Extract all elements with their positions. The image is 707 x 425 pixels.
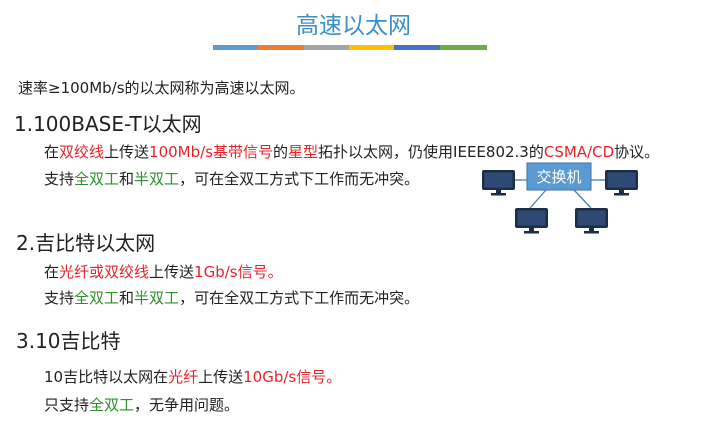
highlight-text: 双绞线 — [59, 143, 105, 161]
section-2-line-1: 在光纤或双绞线上传送1Gb/s信号。 — [44, 261, 283, 282]
text: ，可在全双工方式下工作而无冲突。 — [179, 170, 420, 188]
section-1-heading: 1.100BASE-T以太网 — [14, 112, 202, 136]
text: 10吉比特以太网在 — [44, 368, 169, 386]
section-2-heading: 2.吉比特以太网 — [16, 231, 156, 255]
color-bar-orange — [258, 45, 305, 50]
highlight-text: 光纤 — [168, 368, 199, 386]
text: 上传送 — [149, 263, 195, 281]
monitor-icon — [605, 170, 638, 196]
intro-text: 速率≥100Mb/s的以太网称为高速以太网。 — [18, 79, 305, 97]
highlight-text: 半双工 — [134, 170, 180, 188]
text: 拓扑以太网，仍使用IEEE802.3的 — [318, 143, 544, 161]
highlight-text: 10Gb/s信号。 — [243, 368, 342, 386]
highlight-text: 全双工 — [74, 170, 120, 188]
color-bar-blue — [213, 45, 260, 50]
text: 和 — [119, 170, 135, 188]
color-bar-gray — [304, 45, 351, 50]
link-bottom-right — [573, 189, 592, 209]
text: 只支持 — [44, 396, 90, 414]
highlight-text: 光纤或双绞线 — [59, 263, 150, 281]
text: 支持 — [44, 289, 75, 307]
text: 在 — [44, 143, 60, 161]
section-3-line-2: 只支持全双工，无争用问题。 — [44, 394, 239, 415]
text: 和 — [119, 289, 135, 307]
section-3-line-1: 10吉比特以太网在光纤上传送10Gb/s信号。 — [44, 366, 341, 387]
color-bar-darkblue — [394, 45, 441, 50]
text: 上传送 — [198, 368, 244, 386]
highlight-text: 1Gb/s信号。 — [194, 263, 283, 281]
highlight-text: CSMA/CD — [543, 143, 615, 161]
text: 上传送 — [104, 143, 150, 161]
monitor-icon — [575, 208, 608, 234]
monitor-icon — [482, 170, 515, 196]
highlight-text: 全双工 — [89, 396, 135, 414]
star-topology-diagram: 交换机 — [478, 160, 643, 244]
section-3-heading: 3.10吉比特 — [16, 329, 121, 353]
highlight-text: 100Mb/s基带信号 — [149, 143, 274, 161]
switch-label: 交换机 — [536, 168, 581, 186]
highlight-text: 全双工 — [74, 289, 120, 307]
monitor-icon — [515, 208, 548, 234]
color-bar-green — [440, 45, 487, 50]
topology-svg: 交换机 — [482, 162, 638, 234]
highlight-text: 半双工 — [134, 289, 180, 307]
section-2-line-2: 支持全双工和半双工，可在全双工方式下工作而无冲突。 — [44, 287, 419, 308]
page-title: 高速以太网 — [296, 13, 411, 39]
highlight-text: 星型 — [288, 143, 319, 161]
text: ，无争用问题。 — [134, 396, 240, 414]
color-bar-yellow — [349, 45, 396, 50]
section-1-line-1: 在双绞线上传送100Mb/s基带信号的星型拓扑以太网，仍使用IEEE802.3的… — [44, 141, 659, 162]
text: 的 — [273, 143, 289, 161]
text: 协议。 — [614, 143, 660, 161]
text: 在 — [44, 263, 60, 281]
text: 支持 — [44, 170, 75, 188]
section-1-line-2: 支持全双工和半双工，可在全双工方式下工作而无冲突。 — [44, 168, 419, 189]
link-bottom-left — [529, 189, 547, 209]
text: ，可在全双工方式下工作而无冲突。 — [179, 289, 420, 307]
